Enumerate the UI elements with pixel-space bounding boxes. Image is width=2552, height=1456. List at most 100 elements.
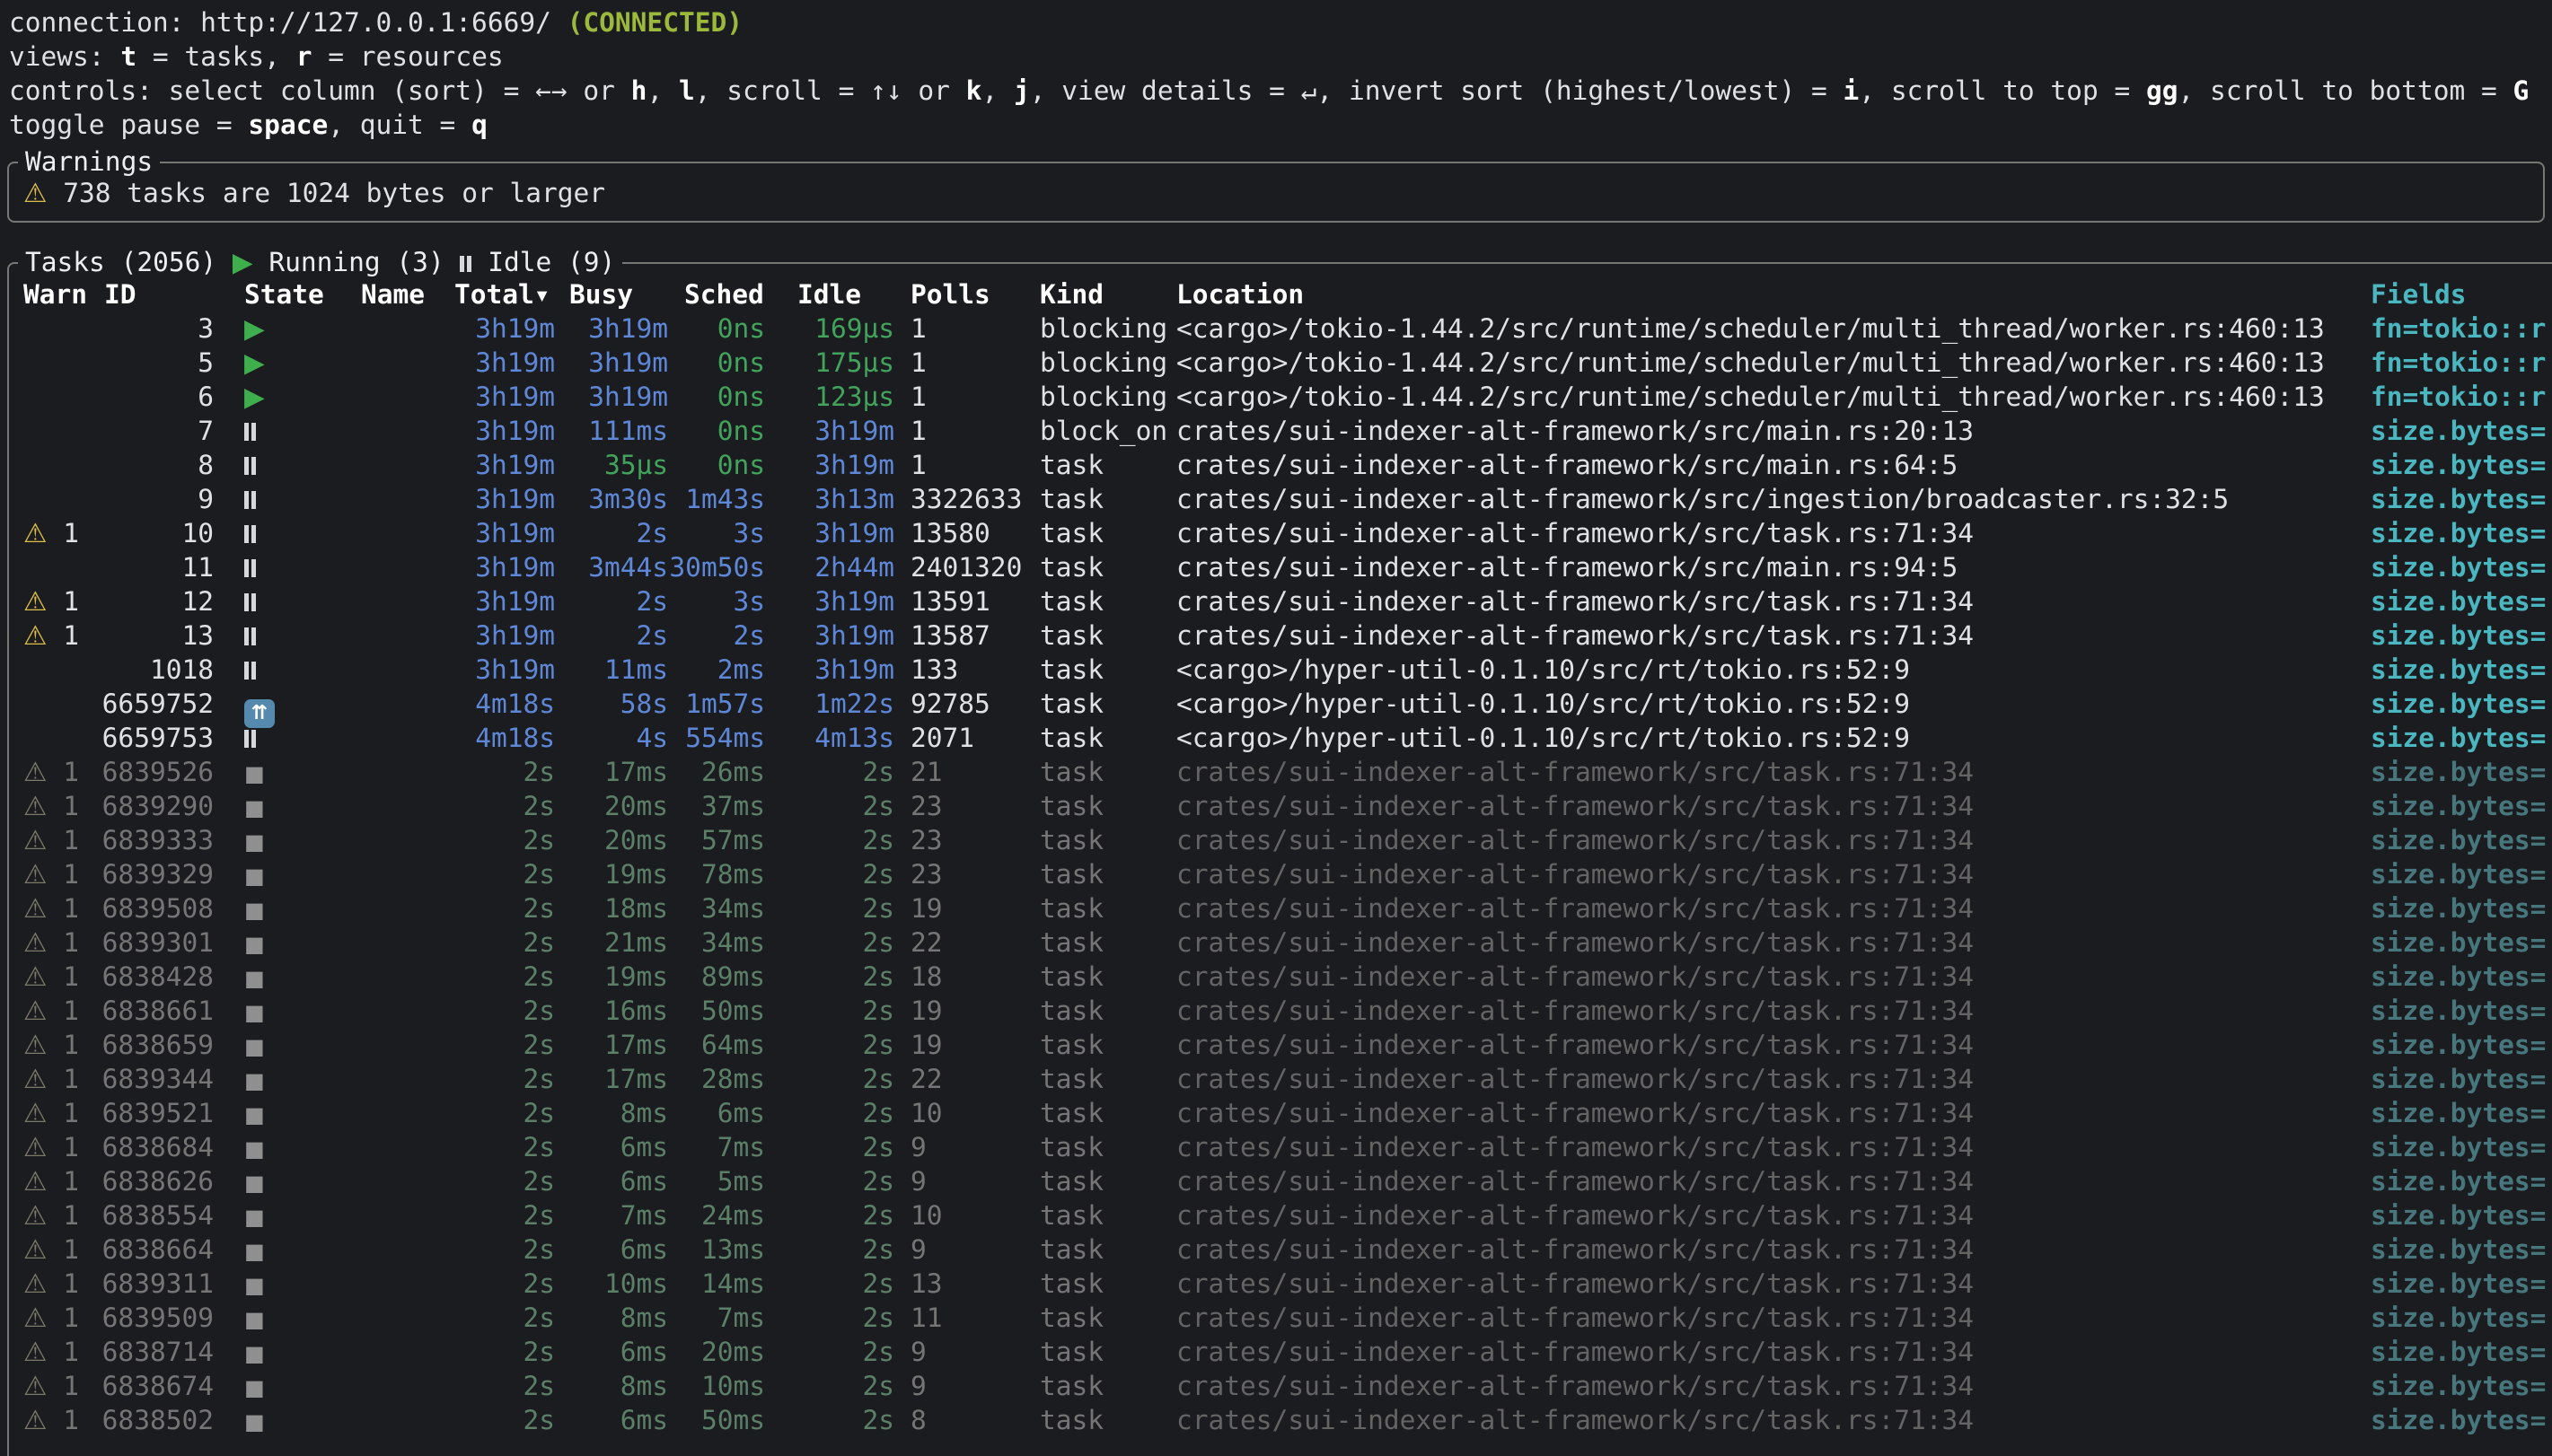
task-row-6839333[interactable]: ⚠ 16839333■2s20ms57ms2s23taskcrates/sui-… xyxy=(23,823,2552,857)
column-header-total[interactable]: Total▾ xyxy=(454,277,555,311)
task-fields-cell: size.bytes= xyxy=(2371,448,2552,482)
task-idle-cell: 175µs xyxy=(765,346,894,380)
task-row-3[interactable]: 3▶3h19m3h19m0ns169µs1blocking<cargo>/tok… xyxy=(23,311,2552,346)
task-row-6659752[interactable]: 6659752⇈4m18s58s1m57s1m22s92785task<carg… xyxy=(23,687,2552,721)
task-row-6838659[interactable]: ⚠ 16838659■2s17ms64ms2s19taskcrates/sui-… xyxy=(23,1028,2552,1062)
task-location-cell: crates/sui-indexer-alt-framework/src/tas… xyxy=(1176,1130,2371,1164)
task-row-6839290[interactable]: ⚠ 16839290■2s20ms37ms2s23taskcrates/sui-… xyxy=(23,789,2552,823)
task-sched-cell: 0ns xyxy=(668,311,765,346)
task-row-6838554[interactable]: ⚠ 16838554■2s7ms24ms2s10taskcrates/sui-i… xyxy=(23,1198,2552,1232)
warn-icon: ⚠ xyxy=(23,859,47,890)
task-row-6838664[interactable]: ⚠ 16838664■2s6ms13ms2s9taskcrates/sui-in… xyxy=(23,1232,2552,1267)
warn-icon: ⚠ xyxy=(23,1337,47,1367)
task-id-cell: 6839329 xyxy=(88,857,214,891)
task-kind-cell: task xyxy=(1040,755,1176,789)
text-segment: , quit = xyxy=(328,110,471,140)
column-header-polls[interactable]: Polls xyxy=(894,277,1040,311)
stop-icon: ■ xyxy=(244,829,265,855)
task-total-cell: 2s xyxy=(454,994,555,1028)
column-header-warn[interactable]: Warn xyxy=(23,277,88,311)
task-name-cell xyxy=(361,1096,454,1130)
task-id-cell: 1018 xyxy=(88,653,214,687)
task-row-6838674[interactable]: ⚠ 16838674■2s8ms10ms2s9taskcrates/sui-in… xyxy=(23,1369,2552,1403)
task-state-cell: ■ xyxy=(244,789,361,823)
task-idle-cell: 3h19m xyxy=(765,516,894,550)
task-row-6838684[interactable]: ⚠ 16838684■2s6ms7ms2s9taskcrates/sui-ind… xyxy=(23,1130,2552,1164)
tasks-table-header: WarnID StateNameTotal▾BusySchedIdlePollsK… xyxy=(23,277,2552,311)
task-sched-cell: 0ns xyxy=(668,346,765,380)
column-header-busy[interactable]: Busy xyxy=(555,277,668,311)
column-header-id[interactable]: ID xyxy=(88,277,214,311)
task-total-cell: 3h19m xyxy=(454,516,555,550)
task-row-13[interactable]: ⚠ 1133h19m2s2s3h19m13587taskcrates/sui-i… xyxy=(23,618,2552,653)
task-row-12[interactable]: ⚠ 1123h19m2s3s3h19m13591taskcrates/sui-i… xyxy=(23,584,2552,618)
task-row-10[interactable]: ⚠ 1103h19m2s3s3h19m13580taskcrates/sui-i… xyxy=(23,516,2552,550)
task-row-6659753[interactable]: 66597534m18s4s554ms4m13s2071task<cargo>/… xyxy=(23,721,2552,755)
task-busy-cell: 19ms xyxy=(555,857,668,891)
task-row-6838661[interactable]: ⚠ 16838661■2s16ms50ms2s19taskcrates/sui-… xyxy=(23,994,2552,1028)
task-sched-cell: 554ms xyxy=(668,721,765,755)
task-row-6838714[interactable]: ⚠ 16838714■2s6ms20ms2s9taskcrates/sui-in… xyxy=(23,1335,2552,1369)
task-row-6839526[interactable]: ⚠ 16839526■2s17ms26ms2s21taskcrates/sui-… xyxy=(23,755,2552,789)
task-polls-cell: 133 xyxy=(894,653,1040,687)
task-id-cell: 6659752 xyxy=(88,687,214,721)
task-sched-cell: 64ms xyxy=(668,1028,765,1062)
task-row-6839301[interactable]: ⚠ 16839301■2s21ms34ms2s22taskcrates/sui-… xyxy=(23,925,2552,960)
task-row-9[interactable]: 93h19m3m30s1m43s3h13m3322633taskcrates/s… xyxy=(23,482,2552,516)
column-header-sched[interactable]: Sched xyxy=(668,277,765,311)
task-fields-cell: size.bytes= xyxy=(2371,1164,2552,1198)
column-header-state[interactable]: State xyxy=(244,277,361,311)
task-warn-cell: ⚠ 1 xyxy=(23,618,88,653)
column-header-location[interactable]: Location xyxy=(1176,277,2371,311)
task-name-cell xyxy=(361,687,454,721)
task-idle-cell: 2s xyxy=(765,1096,894,1130)
task-row-11[interactable]: 113h19m3m44s30m50s2h44m2401320taskcrates… xyxy=(23,550,2552,584)
task-row-8[interactable]: 83h19m35µs0ns3h19m1taskcrates/sui-indexe… xyxy=(23,448,2552,482)
task-warn-cell: ⚠ 1 xyxy=(23,789,88,823)
task-name-cell xyxy=(361,1369,454,1403)
task-row-6838428[interactable]: ⚠ 16838428■2s19ms89ms2s18taskcrates/sui-… xyxy=(23,960,2552,994)
task-state-cell: ■ xyxy=(244,755,361,789)
task-name-cell xyxy=(361,789,454,823)
task-total-cell: 2s xyxy=(454,1062,555,1096)
task-row-6839509[interactable]: ⚠ 16839509■2s8ms7ms2s11taskcrates/sui-in… xyxy=(23,1301,2552,1335)
task-id-cell: 13 xyxy=(88,618,214,653)
task-kind-cell: task xyxy=(1040,1267,1176,1301)
task-row-5[interactable]: 5▶3h19m3h19m0ns175µs1blocking<cargo>/tok… xyxy=(23,346,2552,380)
warn-icon: ⚠ xyxy=(23,620,47,651)
task-fields-cell: fn=tokio::r xyxy=(2371,346,2552,380)
task-sched-cell: 50ms xyxy=(668,1403,765,1437)
task-row-7[interactable]: 73h19m111ms0ns3h19m1block_oncrates/sui-i… xyxy=(23,414,2552,448)
task-polls-cell: 9 xyxy=(894,1369,1040,1403)
task-location-cell: <cargo>/hyper-util-0.1.10/src/rt/tokio.r… xyxy=(1176,687,2371,721)
task-kind-cell: task xyxy=(1040,823,1176,857)
stop-icon: ■ xyxy=(244,1000,265,1025)
task-row-6838502[interactable]: ⚠ 16838502■2s6ms50ms2s8taskcrates/sui-in… xyxy=(23,1403,2552,1437)
task-idle-cell: 3h19m xyxy=(765,584,894,618)
task-row-6839344[interactable]: ⚠ 16839344■2s17ms28ms2s22taskcrates/sui-… xyxy=(23,1062,2552,1096)
task-location-cell: crates/sui-indexer-alt-framework/src/tas… xyxy=(1176,925,2371,960)
task-row-6838626[interactable]: ⚠ 16838626■2s6ms5ms2s9taskcrates/sui-ind… xyxy=(23,1164,2552,1198)
column-header-idle[interactable]: Idle xyxy=(765,277,894,311)
stop-icon: ■ xyxy=(244,1409,265,1434)
task-total-cell: 2s xyxy=(454,1403,555,1437)
task-location-cell: crates/sui-indexer-alt-framework/src/tas… xyxy=(1176,1335,2371,1369)
task-row-1018[interactable]: 10183h19m11ms2ms3h19m133task<cargo>/hype… xyxy=(23,653,2552,687)
task-id-cell: 6839301 xyxy=(88,925,214,960)
task-row-6839311[interactable]: ⚠ 16839311■2s10ms14ms2s13taskcrates/sui-… xyxy=(23,1267,2552,1301)
task-idle-cell: 1m22s xyxy=(765,687,894,721)
task-busy-cell: 6ms xyxy=(555,1164,668,1198)
column-header-name[interactable]: Name xyxy=(361,277,454,311)
task-row-6[interactable]: 6▶3h19m3h19m0ns123µs1blocking<cargo>/tok… xyxy=(23,380,2552,414)
task-idle-cell: 2s xyxy=(765,1403,894,1437)
key-label: l xyxy=(679,75,695,106)
task-busy-cell: 3m44s xyxy=(555,550,668,584)
column-header-fields[interactable]: Fields xyxy=(2371,277,2552,311)
task-row-6839521[interactable]: ⚠ 16839521■2s8ms6ms2s10taskcrates/sui-in… xyxy=(23,1096,2552,1130)
column-header-kind[interactable]: Kind xyxy=(1040,277,1176,311)
task-id-cell: 6838661 xyxy=(88,994,214,1028)
task-row-6839508[interactable]: ⚠ 16839508■2s18ms34ms2s19taskcrates/sui-… xyxy=(23,891,2552,925)
task-state-cell: ⇈ xyxy=(244,687,361,721)
text-segment: , scroll to bottom = xyxy=(2178,75,2513,106)
task-row-6839329[interactable]: ⚠ 16839329■2s19ms78ms2s23taskcrates/sui-… xyxy=(23,857,2552,891)
